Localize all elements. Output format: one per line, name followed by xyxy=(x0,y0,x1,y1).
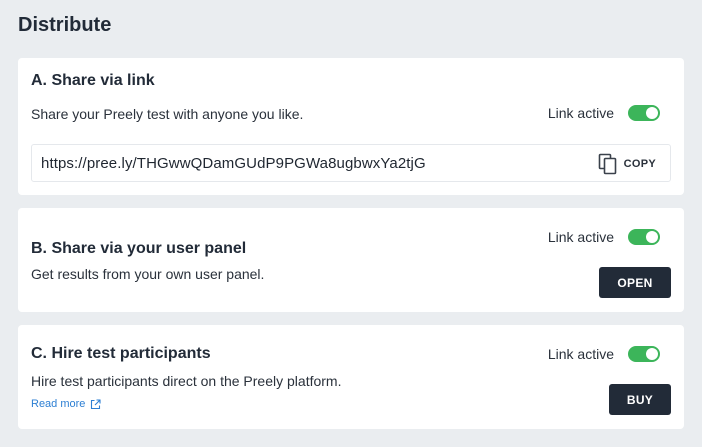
external-link-icon xyxy=(91,398,101,409)
copy-button[interactable]: COPY xyxy=(598,153,656,175)
link-active-toggle[interactable] xyxy=(628,346,660,362)
user-panel-title: B. Share via your user panel xyxy=(31,240,247,257)
link-active-toggle-group: Link active xyxy=(548,105,660,121)
link-active-label: Link active xyxy=(547,105,614,121)
hire-participants-card: C. Hire test participants Hire test part… xyxy=(18,325,684,429)
share-via-user-panel-card: B. Share via your user panel Get results… xyxy=(18,208,684,312)
buy-button[interactable]: BUY xyxy=(609,384,671,415)
hire-participants-description: Hire test participants direct on the Pre… xyxy=(31,373,342,389)
link-active-label: Link active xyxy=(547,229,614,245)
page-title: Distribute xyxy=(18,14,112,36)
toggle-knob xyxy=(646,231,658,243)
user-panel-description: Get results from your own user panel. xyxy=(31,266,265,282)
link-active-toggle[interactable] xyxy=(628,105,660,121)
read-more-link[interactable]: Read more xyxy=(31,398,101,410)
toggle-knob xyxy=(646,348,658,360)
copy-icon xyxy=(598,153,616,175)
link-active-label: Link active xyxy=(547,346,614,362)
user-panel-toggle-group: Link active xyxy=(548,229,660,245)
read-more-label: Read more xyxy=(31,398,86,410)
share-link-box: https://pree.ly/THGwwQDamGUdP9PGWa8ugbwx… xyxy=(31,144,671,182)
copy-label: COPY xyxy=(623,158,656,170)
open-button[interactable]: OPEN xyxy=(599,267,671,298)
hire-participants-title: C. Hire test participants xyxy=(31,345,211,362)
participants-toggle-group: Link active xyxy=(548,346,660,362)
share-link-url[interactable]: https://pree.ly/THGwwQDamGUdP9PGWa8ugbwx… xyxy=(41,155,426,172)
toggle-knob xyxy=(646,107,658,119)
link-active-toggle[interactable] xyxy=(628,229,660,245)
share-via-link-description: Share your Preely test with anyone you l… xyxy=(31,106,304,122)
share-via-link-title: A. Share via link xyxy=(31,72,155,89)
distribute-page: Distribute A. Share via link Share your … xyxy=(0,0,702,447)
share-via-link-card: A. Share via link Share your Preely test… xyxy=(18,58,684,195)
